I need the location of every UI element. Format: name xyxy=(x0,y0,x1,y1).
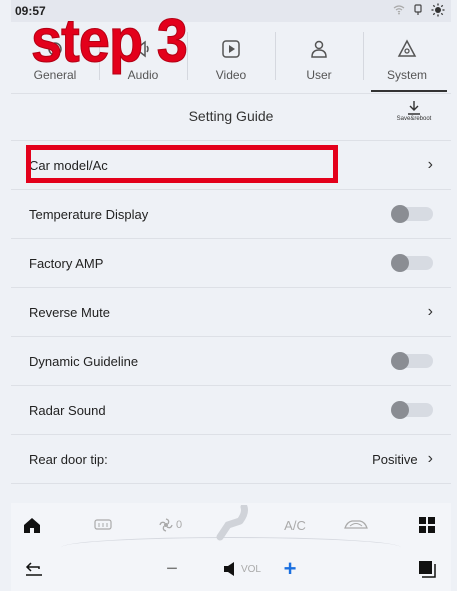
dynamic-guideline-toggle[interactable] xyxy=(391,352,433,370)
toggle-knob xyxy=(391,401,409,419)
brightness-icon[interactable] xyxy=(431,3,445,17)
seat-icon[interactable] xyxy=(211,503,253,543)
wifi-icon xyxy=(393,5,405,15)
tab-video[interactable]: Video xyxy=(187,22,275,92)
tab-system[interactable]: System xyxy=(363,22,451,92)
ac-button[interactable]: A/C xyxy=(281,514,309,536)
setting-row-radar-sound: Radar Sound xyxy=(11,386,451,434)
setting-guide-title: Setting Guide xyxy=(188,108,274,124)
tab-label: System xyxy=(386,68,427,82)
user-icon xyxy=(308,38,330,60)
app-frame: 09:57 General Audio Video User System st… xyxy=(11,0,451,591)
play-icon xyxy=(220,38,242,60)
tab-separator xyxy=(187,32,188,80)
status-icons xyxy=(393,3,445,17)
setting-label: Factory AMP xyxy=(29,255,104,271)
fan-speed-control[interactable]: 0 xyxy=(154,514,186,536)
back-arrow-icon[interactable] xyxy=(23,558,45,580)
chevron-right-icon: › xyxy=(427,156,433,173)
toggle-knob xyxy=(391,352,409,370)
download-icon xyxy=(408,101,420,115)
temperature-display-toggle[interactable] xyxy=(391,205,433,223)
setting-row-rear-door-tip[interactable]: Rear door tip: Positive › xyxy=(11,435,451,483)
rear-defrost-icon[interactable] xyxy=(91,514,115,536)
radar-sound-toggle[interactable] xyxy=(391,401,433,419)
fan-level: 0 xyxy=(175,519,183,531)
factory-amp-toggle[interactable] xyxy=(391,254,433,272)
tab-separator xyxy=(363,32,364,80)
setting-value-group: Positive › xyxy=(372,450,433,468)
volume-indicator[interactable]: VOL xyxy=(217,558,267,580)
save-reboot-button[interactable]: Save&reboot xyxy=(391,100,437,132)
speaker-volume-icon xyxy=(223,562,234,576)
apps-grid-icon[interactable] xyxy=(416,514,438,536)
minus-glyph: − xyxy=(166,557,178,580)
setting-label: Dynamic Guideline xyxy=(29,353,139,369)
plus-glyph: + xyxy=(283,556,297,581)
tab-separator xyxy=(275,32,276,80)
setting-label: Reverse Mute xyxy=(29,304,110,320)
toggle-knob xyxy=(391,254,409,272)
recent-apps-icon[interactable] xyxy=(416,558,438,580)
volume-down-button[interactable]: − xyxy=(161,558,183,580)
step-overlay-label: step 3 xyxy=(31,5,189,75)
setting-label: Rear door tip: xyxy=(29,451,108,467)
save-reboot-label: Save&reboot xyxy=(396,116,432,122)
setting-label: Radar Sound xyxy=(29,402,106,418)
air-recirculation-icon[interactable] xyxy=(341,514,371,536)
ac-label: A/C xyxy=(284,517,306,533)
highlight-box xyxy=(26,145,338,183)
home-icon[interactable] xyxy=(21,514,43,536)
usb-icon xyxy=(414,4,422,15)
fan-icon xyxy=(159,518,173,532)
system-gear-icon xyxy=(396,38,418,60)
volume-up-button[interactable]: + xyxy=(279,556,301,581)
setting-row-reverse-mute[interactable]: Reverse Mute › xyxy=(11,288,451,336)
tab-label: User xyxy=(306,68,332,82)
vol-label: VOL xyxy=(240,563,261,575)
rear-door-tip-value: Positive xyxy=(372,451,418,467)
divider xyxy=(11,93,451,94)
setting-row-dynamic-guideline: Dynamic Guideline xyxy=(11,337,451,385)
tab-label: Video xyxy=(215,68,247,82)
setting-label: Temperature Display xyxy=(29,206,149,222)
toggle-knob xyxy=(391,205,409,223)
tab-user[interactable]: User xyxy=(275,22,363,92)
setting-row-factory-amp: Factory AMP xyxy=(11,239,451,287)
chevron-right-icon: › xyxy=(427,303,433,320)
chevron-right-icon: › xyxy=(427,450,433,467)
setting-row-temperature-display: Temperature Display xyxy=(11,190,451,238)
divider xyxy=(11,483,451,484)
